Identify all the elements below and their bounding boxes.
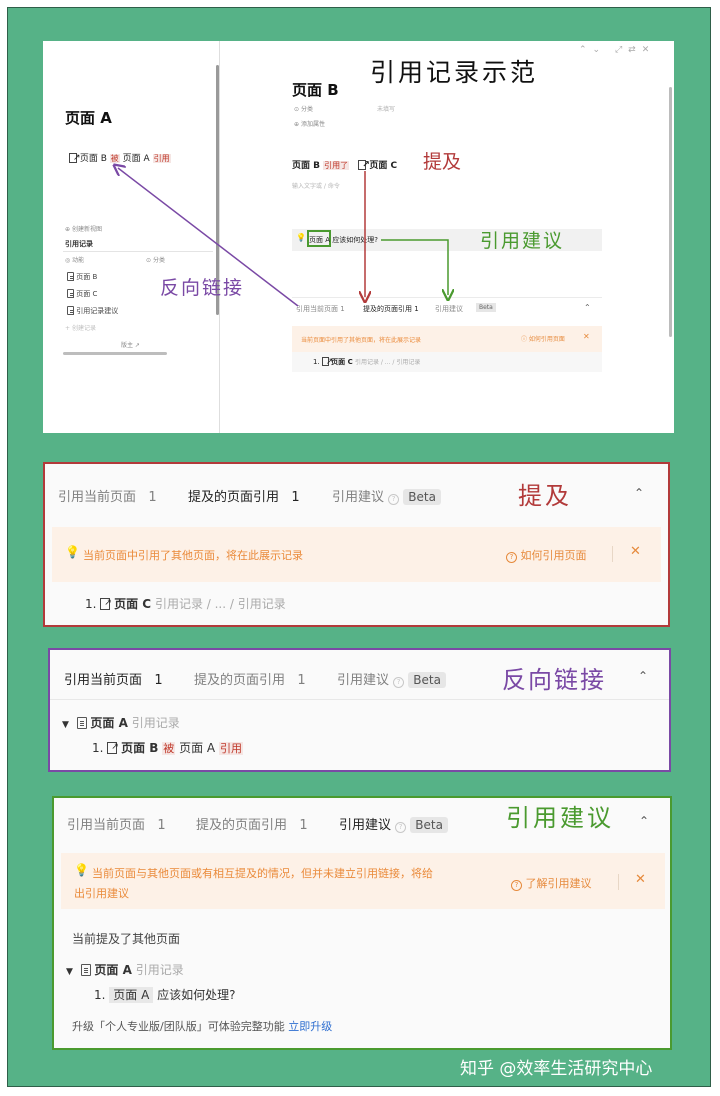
tab-label: 提及的页面引用 bbox=[196, 818, 288, 833]
how-to-label: 如何引用页面 bbox=[520, 549, 587, 562]
tab-count: 1 bbox=[154, 673, 163, 688]
group-row[interactable]: ▼ 页面 A 引用记录 bbox=[66, 961, 184, 978]
annotation-suggest: 引用建议 bbox=[506, 804, 614, 832]
close-icon[interactable]: ✕ bbox=[630, 544, 641, 559]
learn-more-label: 了解引用建议 bbox=[525, 877, 592, 890]
bulb-icon: 💡 bbox=[65, 545, 80, 559]
help-icon[interactable]: ? bbox=[393, 677, 405, 688]
item-page[interactable]: 页面 C bbox=[114, 597, 151, 611]
backlink-panel: 引用当前页面 1 提及的页面引用 1 引用建议 ? Beta 反向链接 ⌃ ▼ … bbox=[48, 648, 671, 772]
suggest-panel: 引用当前页面 1 提及的页面引用 1 引用建议 ? Beta 引用建议 ⌃ 💡 … bbox=[52, 796, 672, 1050]
link-page-icon bbox=[107, 742, 119, 754]
suggest-arrow bbox=[381, 239, 448, 295]
tab-label: 引用当前页面 bbox=[67, 818, 146, 833]
upgrade-text: 升级「个人专业版/团队版」可体验完整功能 bbox=[72, 1020, 285, 1033]
chevron-up-icon[interactable]: ⌃ bbox=[634, 486, 644, 500]
tab-label: 引用当前页面 bbox=[58, 490, 137, 505]
upgrade-line: 升级「个人专业版/团队版」可体验完整功能 立即升级 bbox=[72, 1018, 332, 1034]
tab-suggest[interactable]: 引用建议 ? Beta bbox=[339, 814, 448, 833]
tab-count: 1 bbox=[297, 673, 306, 688]
upgrade-link[interactable]: 立即升级 bbox=[288, 1020, 332, 1033]
divider bbox=[612, 546, 613, 562]
group-path: 引用记录 bbox=[131, 716, 180, 730]
tab-label: 提及的页面引用 bbox=[194, 673, 286, 688]
record-row[interactable]: 1. 页面 C 引用记录 / ... / 引用记录 bbox=[85, 595, 286, 612]
doc-icon bbox=[76, 717, 87, 729]
tab-suggest[interactable]: 引用建议 ? Beta bbox=[332, 486, 441, 505]
mention-panel: 引用当前页面 1 提及的页面引用 1 引用建议 ? Beta 提及 ⌃ 💡 当前… bbox=[43, 462, 670, 627]
close-icon[interactable]: ✕ bbox=[635, 872, 646, 887]
tab-label: 引用建议 bbox=[339, 818, 392, 833]
annotation-backlink: 反向链接 bbox=[502, 666, 606, 694]
notice-text-line1: 当前页面与其他页面或有相互提及的情况，但并未建立引用链接，将给 bbox=[92, 867, 433, 880]
doc-icon bbox=[80, 964, 91, 976]
tab-label: 引用当前页面 bbox=[64, 673, 143, 688]
notice-text: 当前页面中引用了其他页面，将在此展示记录 bbox=[83, 549, 303, 562]
suggest-row[interactable]: 1. 页面 A 应该如何处理? bbox=[94, 986, 236, 1003]
backlink-arrow bbox=[118, 168, 299, 307]
caret-down-icon[interactable]: ▼ bbox=[62, 720, 69, 730]
beta-badge: Beta bbox=[410, 817, 448, 833]
tab-count: 1 bbox=[299, 818, 308, 833]
tab-current-page[interactable]: 引用当前页面 1 bbox=[58, 486, 157, 505]
tab-current-page[interactable]: 引用当前页面 1 bbox=[67, 814, 166, 833]
annotation-mention: 提及 bbox=[518, 482, 572, 510]
help-icon: ? bbox=[506, 552, 517, 563]
beta-badge: Beta bbox=[408, 672, 446, 688]
bei-label: 被 bbox=[162, 742, 176, 755]
item-num: 1. bbox=[94, 988, 106, 1002]
item-num: 1. bbox=[92, 741, 104, 755]
group-row[interactable]: ▼ 页面 A 引用记录 bbox=[62, 714, 180, 731]
link-page-icon bbox=[100, 598, 112, 610]
how-to-link[interactable]: ? 如何引用页面 bbox=[506, 547, 587, 563]
tab-mentioned[interactable]: 提及的页面引用 1 bbox=[188, 486, 300, 505]
item-page-b[interactable]: 页面 B bbox=[121, 741, 158, 755]
record-row[interactable]: 1. 页面 B 被 页面 A 引用 bbox=[92, 739, 243, 756]
item-page[interactable]: 页面 A bbox=[109, 987, 154, 1003]
item-text: 应该如何处理? bbox=[157, 988, 236, 1002]
tab-mentioned[interactable]: 提及的页面引用 1 bbox=[196, 814, 308, 833]
beta-badge: Beta bbox=[403, 489, 441, 505]
tab-label: 引用建议 bbox=[337, 673, 390, 688]
group-page[interactable]: 页面 A bbox=[94, 963, 131, 977]
app-screenshot: 页面 A 页面 B 被 页面 A 引用 ⊕ 创建新视图 引用记录 ◎ 动能 ⊙ … bbox=[43, 41, 674, 433]
chevron-up-icon[interactable]: ⌃ bbox=[639, 814, 649, 828]
yinyong-label: 引用 bbox=[218, 742, 243, 755]
notice-text-line2: 出引用建议 bbox=[74, 887, 129, 900]
item-num: 1. bbox=[85, 597, 97, 611]
help-icon: ? bbox=[511, 880, 522, 891]
tab-current-page[interactable]: 引用当前页面 1 bbox=[64, 669, 163, 688]
group-path: 引用记录 bbox=[135, 963, 184, 977]
tab-label: 引用建议 bbox=[332, 490, 385, 505]
bulb-icon: 💡 bbox=[74, 863, 89, 877]
annotation-arrows bbox=[43, 41, 674, 307]
learn-more-link[interactable]: ? 了解引用建议 bbox=[511, 875, 592, 891]
caret-down-icon[interactable]: ▼ bbox=[66, 967, 73, 977]
item-path: 引用记录 / ... / 引用记录 bbox=[154, 597, 286, 611]
tab-mentioned[interactable]: 提及的页面引用 1 bbox=[194, 669, 306, 688]
tab-count: 1 bbox=[291, 490, 300, 505]
divider bbox=[618, 874, 619, 890]
tab-count: 1 bbox=[148, 490, 157, 505]
group-page[interactable]: 页面 A bbox=[90, 716, 127, 730]
chevron-up-icon[interactable]: ⌃ bbox=[638, 669, 648, 683]
watermark: 知乎 @效率生活研究中心 bbox=[460, 1059, 653, 1079]
item-page-a[interactable]: 页面 A bbox=[179, 741, 215, 755]
suggest-subhead: 当前提及了其他页面 bbox=[72, 932, 181, 946]
tab-count: 1 bbox=[157, 818, 166, 833]
tab-label: 提及的页面引用 bbox=[188, 490, 280, 505]
help-icon[interactable]: ? bbox=[388, 494, 400, 505]
divider bbox=[50, 699, 669, 700]
tab-suggest[interactable]: 引用建议 ? Beta bbox=[337, 669, 446, 688]
help-icon[interactable]: ? bbox=[395, 822, 407, 833]
